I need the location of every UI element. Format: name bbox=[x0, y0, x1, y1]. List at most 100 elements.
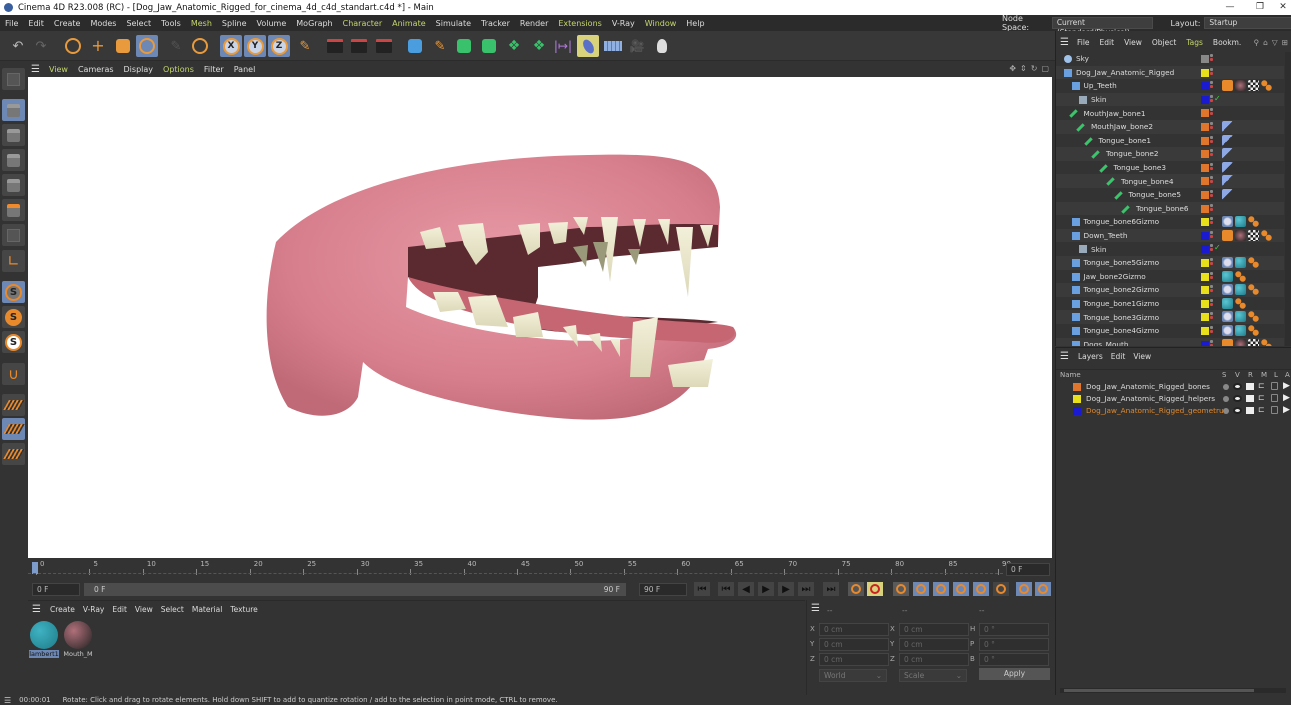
subdivision-generator-button[interactable] bbox=[453, 35, 475, 57]
layer-color-swatch[interactable] bbox=[1201, 136, 1209, 145]
coord-space-select[interactable]: World ⌄ bbox=[819, 669, 887, 682]
material-menu-select[interactable]: Select bbox=[157, 605, 188, 614]
layer-color-swatch[interactable] bbox=[1201, 191, 1209, 199]
coord-b-field[interactable]: 0 cm bbox=[899, 623, 969, 636]
weight-tag-icon[interactable] bbox=[1222, 338, 1233, 346]
visibility-dots[interactable] bbox=[1210, 312, 1213, 322]
constraint-tag-icon[interactable] bbox=[1222, 161, 1233, 173]
object-menu-bookm[interactable]: Bookm. bbox=[1208, 38, 1246, 47]
coord-c-field[interactable]: 0 ° bbox=[979, 623, 1049, 636]
node-space-select[interactable]: Current (Standard/Physical)⌄ bbox=[1051, 17, 1153, 37]
visibility-dots[interactable] bbox=[1210, 190, 1213, 200]
ik-tag-icon[interactable] bbox=[1248, 257, 1259, 268]
visibility-dots[interactable] bbox=[1210, 271, 1213, 282]
layer-color-swatch[interactable] bbox=[1201, 68, 1209, 77]
planar-workplane-button[interactable] bbox=[2, 443, 25, 465]
solo-hierarchy-button[interactable]: S bbox=[2, 331, 25, 353]
hamburger-icon[interactable]: ☰ bbox=[4, 696, 11, 705]
material-lambert1[interactable]: lambert1 bbox=[29, 621, 59, 658]
3d-viewport[interactable] bbox=[28, 77, 1052, 558]
model-mode-button[interactable] bbox=[2, 99, 25, 121]
layer-column-v[interactable]: V bbox=[1235, 371, 1240, 379]
material-menu-view[interactable]: View bbox=[131, 605, 157, 614]
object-row[interactable]: Tongue_bone6Gizmo bbox=[1056, 215, 1284, 229]
autokey-button[interactable] bbox=[867, 582, 883, 596]
material-mouth_material[interactable]: Mouth_M bbox=[63, 621, 93, 658]
search-icon[interactable]: ⚲ bbox=[1254, 38, 1260, 47]
timeline-button[interactable] bbox=[1035, 582, 1051, 596]
filter-icon[interactable]: ▽ bbox=[1272, 38, 1278, 47]
object-row[interactable]: MouthJaw_bone1 bbox=[1056, 106, 1284, 120]
menu-tools[interactable]: Tools bbox=[156, 19, 186, 28]
constraint-tag-icon[interactable] bbox=[1222, 121, 1233, 132]
mouth-material-tag-icon[interactable] bbox=[1235, 80, 1246, 92]
display-tag-icon[interactable] bbox=[1222, 284, 1233, 296]
undo-button[interactable]: ↶ bbox=[7, 35, 29, 57]
layer-color-swatch[interactable] bbox=[1201, 123, 1209, 131]
visible-eye-icon[interactable] bbox=[1233, 407, 1242, 414]
enabled-check-icon[interactable]: ✓ bbox=[1214, 94, 1221, 103]
camera-button[interactable]: 🎥 bbox=[626, 35, 648, 57]
hamburger-icon[interactable]: ☰ bbox=[32, 604, 41, 615]
maximize-view-icon[interactable]: ▢ bbox=[1041, 64, 1049, 73]
layer-color-swatch[interactable] bbox=[1201, 150, 1209, 159]
visibility-dots[interactable] bbox=[1210, 285, 1213, 295]
axis-mode-button[interactable]: ∟ bbox=[2, 250, 25, 272]
coord-c-field[interactable]: 0 ° bbox=[979, 653, 1049, 666]
layer-color-swatch[interactable] bbox=[1073, 383, 1081, 391]
coord-a-field[interactable]: 0 cm bbox=[819, 623, 889, 636]
object-row[interactable]: Jaw_bone2Gizmo bbox=[1056, 270, 1284, 284]
visibility-dots[interactable] bbox=[1210, 203, 1213, 214]
deformer-button[interactable] bbox=[577, 35, 599, 57]
layer-color-swatch[interactable] bbox=[1201, 177, 1209, 186]
texture-tag-icon[interactable] bbox=[1248, 80, 1259, 92]
layer-column-r[interactable]: R bbox=[1248, 371, 1253, 379]
end-frame-field[interactable]: 90 F bbox=[639, 583, 687, 596]
display-tag-icon[interactable] bbox=[1222, 216, 1233, 228]
world-coord-button[interactable]: ✎ bbox=[294, 35, 316, 57]
visibility-dots[interactable] bbox=[1210, 122, 1213, 132]
object-row[interactable]: Tongue_bone3 bbox=[1056, 161, 1284, 175]
ik-tag-icon[interactable] bbox=[1248, 311, 1259, 323]
object-row[interactable]: Tongue_bone5Gizmo bbox=[1056, 256, 1284, 270]
render-toggle-icon[interactable] bbox=[1246, 383, 1254, 390]
zoom-view-icon[interactable]: ⇕ bbox=[1020, 64, 1027, 73]
workplane-button[interactable] bbox=[2, 394, 25, 416]
constraint-tag-icon[interactable] bbox=[1222, 148, 1233, 160]
next-key-button[interactable]: ⏭ bbox=[798, 582, 814, 596]
solo-off-button[interactable]: S bbox=[2, 281, 25, 303]
symmetry-button[interactable]: |↦| bbox=[552, 35, 574, 57]
layer-color-swatch[interactable] bbox=[1201, 286, 1209, 295]
object-menu-object[interactable]: Object bbox=[1147, 38, 1181, 47]
menu-window[interactable]: Window bbox=[640, 19, 682, 28]
mouth-material-tag-icon[interactable] bbox=[1235, 338, 1246, 346]
lambert-material-tag-icon[interactable] bbox=[1235, 325, 1246, 336]
object-row[interactable]: Dog_Jaw_Anatomic_Rigged bbox=[1056, 65, 1284, 80]
animation-play-icon[interactable]: ▶ bbox=[1283, 393, 1290, 403]
visibility-dots[interactable] bbox=[1210, 339, 1213, 346]
ik-tag-icon[interactable] bbox=[1248, 325, 1259, 336]
uv-mode-button[interactable] bbox=[2, 224, 25, 246]
viewport-menu-options[interactable]: Options bbox=[158, 65, 199, 74]
layer-menu-layers[interactable]: Layers bbox=[1074, 352, 1107, 361]
scale-button[interactable] bbox=[112, 35, 134, 57]
x-axis-button[interactable]: X bbox=[220, 35, 242, 57]
visibility-dots[interactable] bbox=[1210, 54, 1213, 64]
animation-play-icon[interactable]: ▶ bbox=[1283, 381, 1290, 391]
visibility-dots[interactable] bbox=[1210, 162, 1213, 173]
object-row[interactable]: Sky bbox=[1056, 52, 1284, 66]
menu-mograph[interactable]: MoGraph bbox=[291, 19, 337, 28]
hamburger-icon[interactable]: ☰ bbox=[811, 603, 820, 614]
menu-create[interactable]: Create bbox=[49, 19, 86, 28]
menu-file[interactable]: File bbox=[0, 19, 23, 28]
z-axis-button[interactable]: Z bbox=[268, 35, 290, 57]
layer-color-swatch[interactable] bbox=[1073, 407, 1081, 415]
layer-menu-edit[interactable]: Edit bbox=[1107, 352, 1130, 361]
object-menu-tags[interactable]: Tags bbox=[1181, 38, 1208, 47]
material-menu-create[interactable]: Create bbox=[46, 605, 79, 614]
viewport-menu-cameras[interactable]: Cameras bbox=[73, 65, 119, 74]
object-row[interactable]: Tongue_bone5 bbox=[1056, 188, 1284, 202]
visibility-dots[interactable] bbox=[1210, 176, 1213, 186]
visible-eye-icon[interactable] bbox=[1233, 395, 1242, 402]
position-key-button[interactable] bbox=[913, 582, 929, 596]
